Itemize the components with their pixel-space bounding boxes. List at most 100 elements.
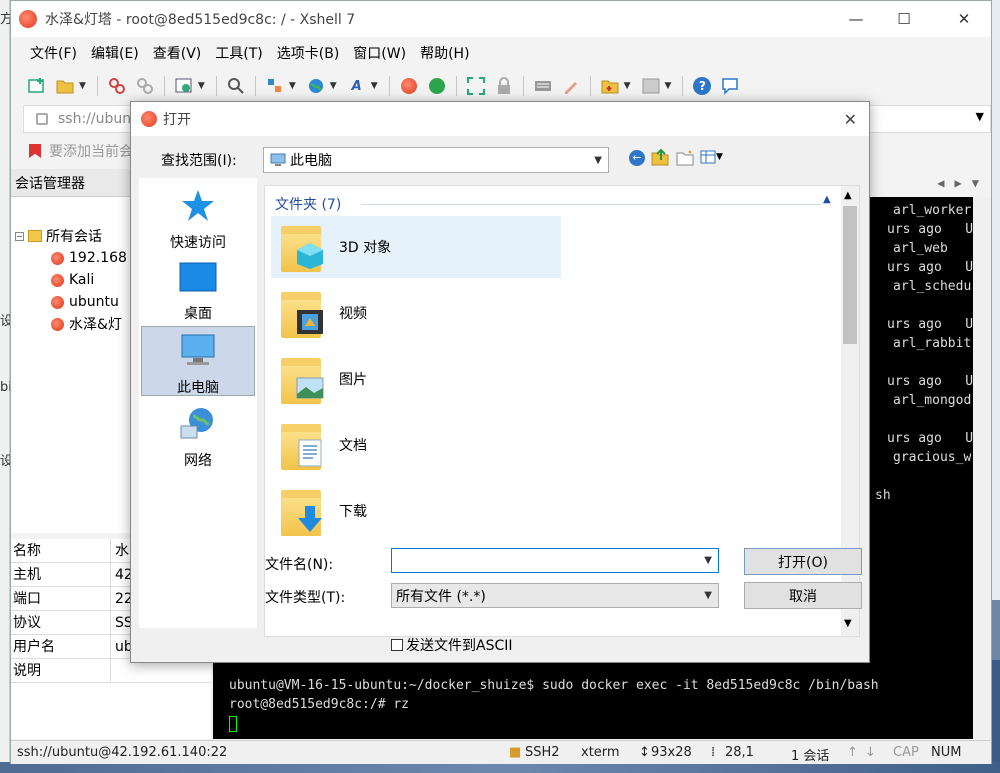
- minimize-button[interactable]: —: [833, 1, 879, 37]
- tab-prev-icon[interactable]: ◀: [937, 176, 944, 190]
- disconnect-icon[interactable]: [106, 75, 128, 97]
- folder-item[interactable]: 视频: [271, 282, 561, 344]
- filename-label: 文件名(N):: [265, 557, 334, 573]
- status-protocol: SSH2: [525, 745, 560, 760]
- address-text: ssh://ubun: [58, 111, 132, 127]
- down-arrow-icon[interactable]: ↓: [865, 745, 876, 760]
- folder-group-header[interactable]: 文件夹 (7): [275, 194, 341, 214]
- new-tab-icon[interactable]: [599, 75, 621, 97]
- scroll-thumb[interactable]: [843, 206, 857, 344]
- tree-session-item[interactable]: 192.168: [51, 247, 127, 269]
- tree-root[interactable]: − 所有会话: [15, 225, 102, 247]
- folder-item[interactable]: 3D 对象: [271, 216, 561, 278]
- xshell-logo-icon[interactable]: [398, 75, 420, 97]
- place-this-pc[interactable]: 此电脑: [141, 326, 255, 396]
- search-icon[interactable]: [225, 75, 247, 97]
- terminal-prompt-line: root@8ed515ed9c8c:/# rz: [229, 697, 410, 712]
- filename-input[interactable]: ▼: [391, 548, 719, 573]
- folder-item[interactable]: 文档: [271, 414, 561, 476]
- globe-dropdown-icon[interactable]: ▼: [330, 81, 337, 91]
- xftp-icon[interactable]: [426, 75, 448, 97]
- maximize-button[interactable]: ☐: [881, 1, 927, 37]
- computer-icon: [181, 334, 215, 365]
- look-in-value: 此电脑: [290, 153, 332, 169]
- property-key: 说明: [11, 659, 111, 682]
- font-icon[interactable]: A: [346, 75, 368, 97]
- look-in-dropdown-icon[interactable]: ▼: [594, 155, 602, 166]
- view-menu-icon[interactable]: ▼: [700, 150, 723, 164]
- terminal-line: arl_worker: [893, 203, 972, 218]
- properties-dropdown-icon[interactable]: ▼: [198, 81, 205, 91]
- new-folder-icon[interactable]: [676, 150, 694, 170]
- transfer-icon[interactable]: [264, 75, 286, 97]
- up-folder-icon[interactable]: [651, 148, 669, 170]
- computer-icon: [270, 153, 286, 166]
- place-desktop[interactable]: 桌面: [141, 255, 255, 325]
- open-folder-icon[interactable]: [54, 75, 76, 97]
- menu-file[interactable]: 文件(F): [23, 43, 84, 63]
- session-manager-title: 会话管理器: [15, 175, 85, 192]
- terminal-scrollbar[interactable]: [973, 197, 991, 739]
- filetype-value: 所有文件 (*.*): [396, 588, 486, 605]
- collapse-group-icon[interactable]: ▲: [823, 194, 831, 205]
- property-key: 名称: [11, 539, 111, 562]
- dialog-close-icon[interactable]: ✕: [844, 110, 857, 129]
- back-icon[interactable]: ←: [629, 150, 645, 166]
- tree-session-item[interactable]: 水泽&灯: [51, 313, 122, 335]
- folder-item[interactable]: 下载: [271, 480, 561, 542]
- property-key: 用户名: [11, 635, 111, 658]
- place-quick-access[interactable]: 快速访问: [141, 182, 255, 252]
- up-arrow-icon[interactable]: ↑: [847, 745, 858, 760]
- ascii-checkbox-row[interactable]: 发送文件到ASCII: [391, 635, 513, 655]
- menu-edit[interactable]: 编辑(E): [84, 43, 146, 63]
- look-in-combo[interactable]: 此电脑 ▼: [263, 147, 609, 173]
- help-icon[interactable]: ?: [691, 75, 713, 97]
- chat-icon[interactable]: [719, 75, 741, 97]
- filetype-dropdown-icon[interactable]: ▼: [704, 590, 712, 601]
- layout-dropdown-icon[interactable]: ▼: [665, 81, 672, 91]
- tree-session-item[interactable]: Kali: [51, 269, 94, 291]
- ascii-checkbox[interactable]: [391, 639, 403, 651]
- tree-session-label: 192.168: [69, 250, 127, 266]
- cancel-button[interactable]: 取消: [744, 582, 862, 609]
- collapse-icon[interactable]: −: [15, 231, 24, 241]
- title-bar[interactable]: 水泽&灯塔 - root@8ed515ed9c8c: / - Xshell 7 …: [11, 1, 991, 37]
- scroll-down-icon[interactable]: ▼: [844, 618, 852, 629]
- tab-list-icon[interactable]: ▼: [972, 176, 979, 190]
- transfer-dropdown-icon[interactable]: ▼: [289, 81, 296, 91]
- menu-window[interactable]: 窗口(W): [346, 43, 413, 63]
- tab-next-icon[interactable]: ▶: [955, 176, 962, 190]
- lock-icon[interactable]: [493, 75, 515, 97]
- tree-session-item[interactable]: ubuntu: [51, 291, 119, 313]
- layout-icon[interactable]: [640, 75, 662, 97]
- filetype-select[interactable]: 所有文件 (*.*) ▼: [391, 583, 719, 608]
- properties-icon[interactable]: [173, 75, 195, 97]
- address-dropdown-icon[interactable]: ▼: [976, 110, 984, 123]
- reconnect-icon[interactable]: [134, 75, 156, 97]
- keyboard-icon[interactable]: [532, 75, 554, 97]
- font-dropdown-icon[interactable]: ▼: [371, 81, 378, 91]
- scroll-up-icon[interactable]: ▲: [844, 190, 852, 201]
- menu-tabs[interactable]: 选项卡(B): [270, 43, 347, 63]
- highlight-icon[interactable]: [560, 75, 582, 97]
- close-button[interactable]: ✕: [941, 1, 987, 37]
- new-tab-dropdown-icon[interactable]: ▼: [624, 81, 631, 91]
- fullscreen-icon[interactable]: [465, 75, 487, 97]
- filename-dropdown-icon[interactable]: ▼: [704, 555, 712, 566]
- place-network[interactable]: 网络: [141, 400, 255, 470]
- dialog-title-bar[interactable]: 打开 ✕: [131, 102, 869, 136]
- menu-tools[interactable]: 工具(T): [208, 43, 269, 63]
- new-session-icon[interactable]: [26, 75, 48, 97]
- filetype-label: 文件类型(T):: [265, 590, 346, 606]
- terminal-line: arl_rabbit: [893, 336, 972, 351]
- menu-view[interactable]: 查看(V): [146, 43, 209, 63]
- menu-help[interactable]: 帮助(H): [413, 43, 476, 63]
- toolbar-separator: [388, 76, 390, 96]
- session-icon: [51, 295, 64, 309]
- bookmark-icon[interactable]: [29, 144, 41, 158]
- globe-icon[interactable]: [305, 75, 327, 97]
- open-dropdown-icon[interactable]: ▼: [79, 81, 86, 91]
- session-icon: [51, 251, 64, 265]
- open-button[interactable]: 打开(O): [744, 548, 862, 575]
- folder-item[interactable]: 图片: [271, 348, 561, 410]
